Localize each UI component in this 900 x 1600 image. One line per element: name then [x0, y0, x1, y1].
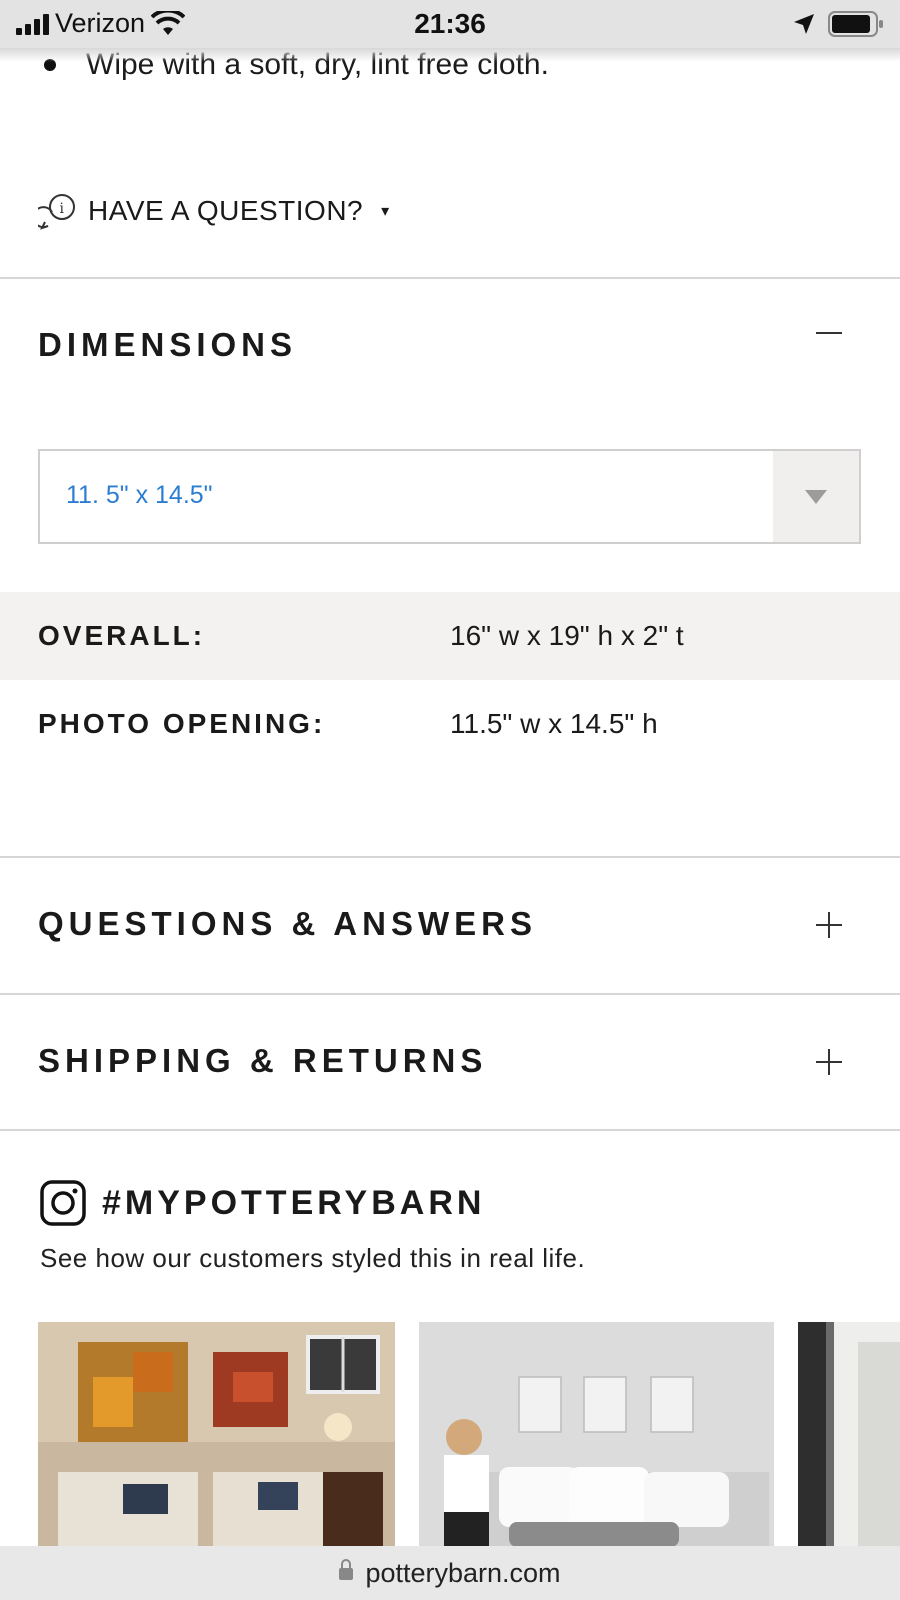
instagram-header: #MYPOTTERYBARN [40, 1180, 485, 1226]
status-shadow [0, 48, 900, 62]
dimension-row-photo-opening: PHOTO OPENING: 11.5" w x 14.5" h [0, 680, 900, 768]
divider [0, 1129, 900, 1131]
lock-icon [339, 1559, 354, 1581]
chevron-down-icon: ▾ [381, 203, 390, 220]
shipping-returns-header[interactable]: SHIPPING & RETURNS [38, 1042, 487, 1080]
instagram-subtitle: See how our customers styled this in rea… [40, 1243, 586, 1273]
customer-photo[interactable] [419, 1322, 774, 1547]
size-select-value: 11. 5" x 14.5" [66, 481, 213, 509]
dimension-label: OVERALL: [38, 620, 206, 651]
partial-image [798, 1322, 900, 1547]
status-right [792, 10, 884, 38]
plus-icon[interactable] [816, 912, 842, 938]
size-select-button[interactable] [773, 451, 859, 542]
status-bar: Verizon 21:36 [0, 0, 900, 48]
chat-info-icon: i [38, 194, 75, 230]
minus-icon[interactable] [816, 320, 842, 346]
divider [0, 277, 900, 279]
questions-answers-header[interactable]: QUESTIONS & ANSWERS [38, 905, 537, 943]
caret-down-icon [805, 489, 827, 504]
clock: 21:36 [414, 8, 486, 39]
customer-photo[interactable] [798, 1322, 900, 1547]
have-a-question-button[interactable]: i HAVE A QUESTION? ▾ [38, 192, 390, 230]
size-select[interactable]: 11. 5" x 14.5" [38, 449, 861, 544]
location-arrow-icon [794, 14, 814, 34]
instagram-icon [40, 1180, 86, 1226]
customer-photo[interactable] [38, 1322, 395, 1547]
address-bar-url: potterybarn.com [365, 1557, 561, 1588]
bedroom-image [419, 1322, 774, 1547]
dimension-value: 16" w x 19" h x 2" t [450, 620, 684, 651]
address-bar[interactable]: potterybarn.com [0, 1546, 900, 1600]
have-a-question-label: HAVE A QUESTION? [88, 195, 364, 226]
divider [0, 993, 900, 995]
dimension-value: 11.5" w x 14.5" h [450, 708, 658, 739]
divider [0, 856, 900, 858]
instagram-title: #MYPOTTERYBARN [102, 1183, 486, 1222]
plus-icon[interactable] [816, 1049, 842, 1075]
living-room-image [38, 1322, 395, 1547]
dimension-label: PHOTO OPENING: [38, 708, 326, 739]
dimension-row-overall: OVERALL: 16" w x 19" h x 2" t [0, 592, 900, 680]
battery-icon [828, 11, 883, 37]
svg-text:i: i [60, 201, 65, 217]
dimensions-header[interactable]: DIMENSIONS [38, 326, 297, 364]
